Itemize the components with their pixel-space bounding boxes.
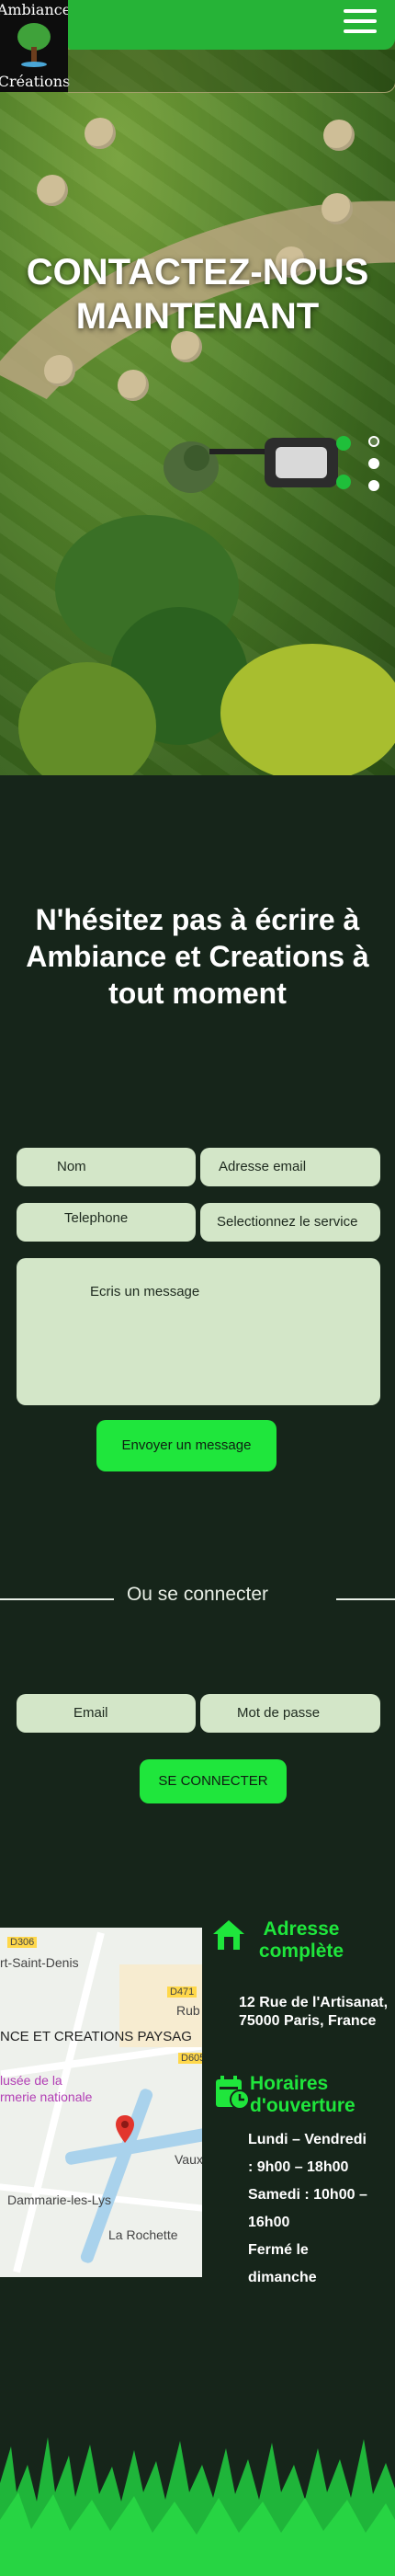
slider-dot[interactable]: [368, 436, 379, 447]
email-field[interactable]: Adresse email: [200, 1148, 380, 1186]
map-label: D605: [178, 2053, 202, 2064]
map-label: rt-Saint-Denis: [0, 1955, 79, 1970]
divider-line-right: [336, 1598, 395, 1600]
slider-dot-active[interactable]: [368, 458, 379, 469]
password-placeholder: Mot de passe: [237, 1705, 321, 1721]
hamburger-menu-icon[interactable]: [344, 9, 377, 39]
hours-line: : 9h00 – 18h00: [248, 2159, 349, 2175]
name-placeholder: Nom: [57, 1159, 86, 1174]
lawn-mower-illustration: [164, 436, 351, 493]
slider-dot[interactable]: [368, 480, 379, 491]
logo-text-top: Ambiance: [0, 1, 72, 18]
hours-line: Samedi : 10h00 –: [248, 2187, 367, 2203]
location-map[interactable]: D306 rt-Saint-Denis D471 Rub NCE ET CREA…: [0, 1928, 202, 2277]
map-pin-icon[interactable]: [116, 2115, 134, 2143]
login-email-field[interactable]: Email: [17, 1694, 196, 1733]
calendar-clock-icon: [216, 2076, 250, 2110]
hours-title: Horaires d'ouverture: [250, 2073, 356, 2116]
phone-field[interactable]: Telephone: [17, 1203, 196, 1242]
login-button[interactable]: SE CONNECTER: [140, 1759, 287, 1803]
map-label: La Rochette: [108, 2227, 178, 2242]
logo-text-bottom: Créations: [0, 73, 71, 90]
navbar-lower: [68, 50, 395, 93]
map-business-label: NCE ET CREATIONS PAYSAG: [0, 2029, 192, 2044]
email-placeholder: Adresse email: [219, 1159, 307, 1174]
hours-line: Lundi – Vendredi: [248, 2132, 367, 2147]
map-label: rmerie nationale: [0, 2089, 93, 2104]
send-message-button[interactable]: Envoyer un message: [96, 1420, 276, 1471]
service-placeholder: Selectionnez le service: [217, 1214, 358, 1230]
tree-logo-icon: [16, 23, 52, 69]
message-placeholder: Ecris un message: [90, 1284, 200, 1299]
contact-intro-heading: N'hésitez pas à écrire à Ambiance et Cre…: [26, 903, 369, 1010]
slider-dots: [368, 436, 379, 502]
hours-line: 16h00: [248, 2215, 290, 2230]
map-label: Rub: [176, 2003, 200, 2018]
hero-overlay: [0, 0, 395, 775]
grass-footer-decoration: [0, 2428, 395, 2576]
logo[interactable]: Ambiance Créations: [0, 0, 72, 92]
phone-placeholder: Telephone: [64, 1210, 129, 1226]
address-title: Adresse complète: [258, 1918, 344, 1962]
map-label: D471: [167, 1986, 198, 1998]
map-label: D306: [7, 1937, 38, 1948]
hours-list: Lundi – Vendredi : 9h00 – 18h00 Samedi :…: [248, 2126, 386, 2292]
home-icon: [213, 1920, 244, 1950]
map-label: lusée de la: [0, 2073, 62, 2088]
map-label: Vaux: [175, 2152, 202, 2167]
message-textarea[interactable]: Ecris un message: [17, 1258, 380, 1405]
map-label: Dammarie-les-Lys: [7, 2192, 112, 2207]
site-header: Ambiance Créations: [0, 0, 395, 93]
hero-banner: CONTACTEZ-NOUS MAINTENANT: [0, 0, 395, 775]
divider-label: Ou se connecter: [126, 1584, 269, 1605]
service-select[interactable]: Selectionnez le service: [200, 1203, 380, 1242]
name-field[interactable]: Nom: [17, 1148, 196, 1186]
login-email-placeholder: Email: [73, 1705, 108, 1721]
password-field[interactable]: Mot de passe: [200, 1694, 380, 1733]
hours-line: Fermé le: [248, 2242, 309, 2258]
hero-title: CONTACTEZ-NOUS MAINTENANT: [26, 252, 369, 337]
hours-line: dimanche: [248, 2270, 317, 2285]
address-text: 12 Rue de l'Artisanat, 75000 Paris, Fran…: [239, 1995, 389, 2029]
